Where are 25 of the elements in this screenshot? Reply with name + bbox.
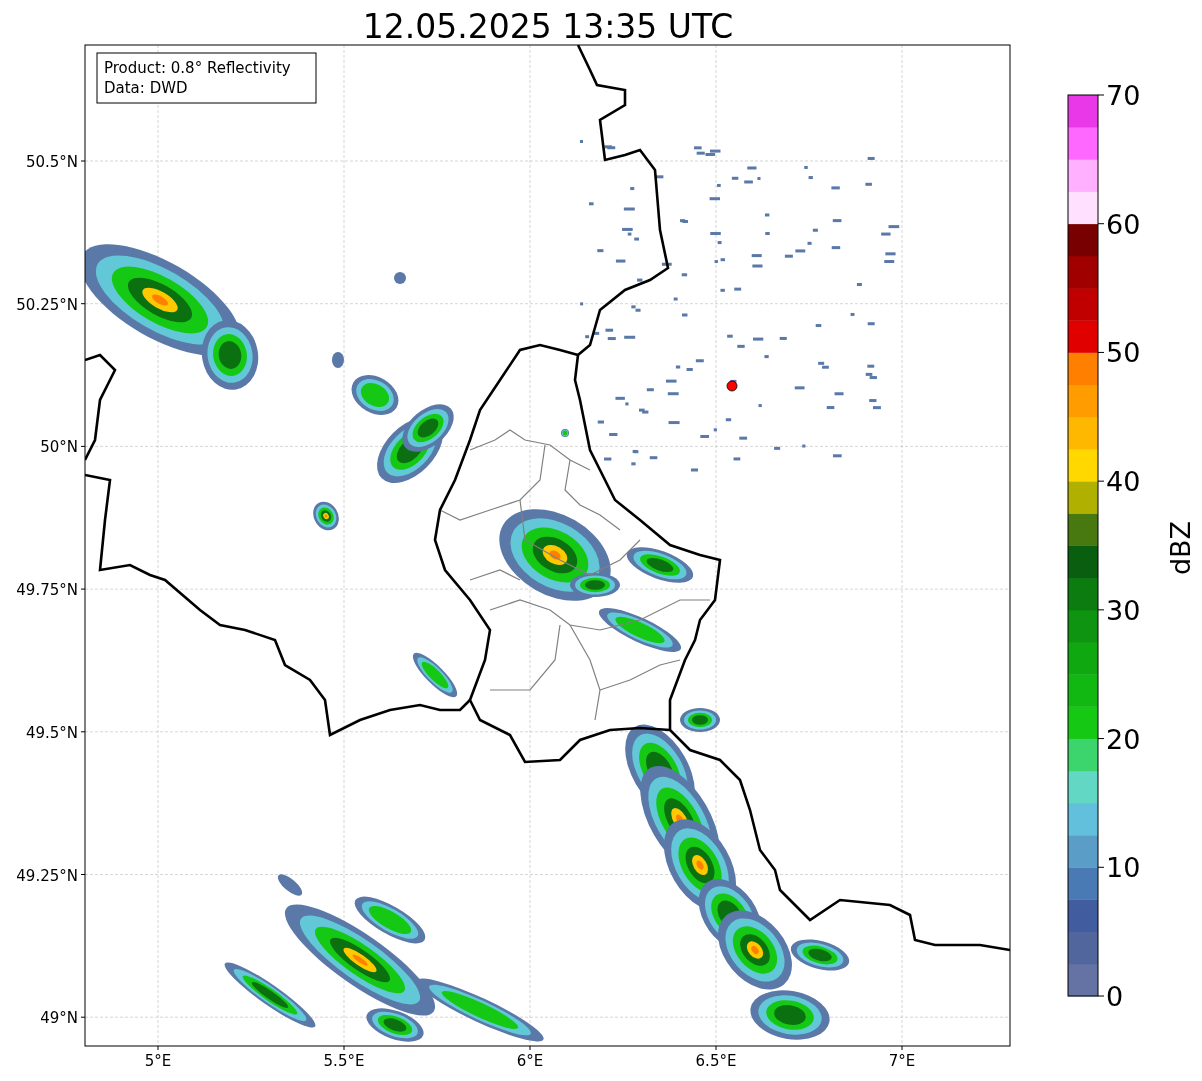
colorbar-label: 60 — [1106, 208, 1141, 240]
latitude-label: 50.5°N — [25, 153, 78, 171]
latitude-label: 49°N — [40, 1009, 78, 1028]
longitude-label: 6.5°E — [695, 1052, 737, 1070]
colorbar-label: 0 — [1106, 981, 1124, 1012]
latitude-label: 49.75°N — [16, 581, 78, 600]
colorbar-label: 40 — [1106, 466, 1141, 498]
latitude-label: 49.5°N — [25, 723, 78, 742]
latitude-label: 50°N — [40, 438, 78, 457]
longitude-label: 5°E — [144, 1052, 172, 1070]
colorbar-title: dBZ — [1165, 520, 1196, 576]
colorbar-label: 50 — [1106, 337, 1141, 369]
longitude-label: 5.5°E — [323, 1052, 365, 1070]
colorbar-label: 20 — [1106, 723, 1141, 755]
radar-site-marker — [726, 380, 738, 392]
longitude-label: 6°E — [516, 1052, 544, 1070]
figure-title: 12.05.2025 13:35 UTC — [362, 7, 734, 46]
latitude-label: 50.25°N — [16, 295, 78, 314]
longitude-label: 7°E — [888, 1052, 916, 1070]
info-text: Data: DWD — [104, 79, 188, 97]
colorbar-label: 70 — [1106, 80, 1141, 111]
info-text: Product: 0.8° Reflectivity — [104, 59, 291, 77]
colorbar-label: 30 — [1106, 594, 1141, 626]
colorbar-label: 10 — [1106, 852, 1141, 884]
latitude-label: 49.25°N — [16, 866, 78, 885]
